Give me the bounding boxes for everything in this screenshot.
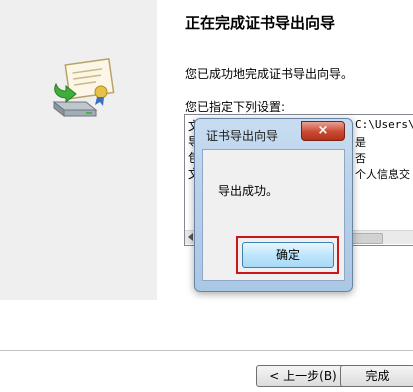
message-dialog: 证书导出向导 × 导出成功。 确定	[194, 118, 353, 292]
scroll-left-icon[interactable]	[188, 233, 193, 241]
certificate-export-icon	[52, 58, 115, 118]
ok-button[interactable]: 确定	[242, 242, 334, 268]
settings-row-value: 否	[355, 152, 366, 165]
dialog-body: 导出成功。 确定	[202, 149, 345, 281]
export-success-message: 导出成功。	[218, 184, 279, 198]
close-button[interactable]: ×	[301, 121, 345, 141]
page-title: 正在完成证书导出向导	[185, 14, 336, 32]
finish-button[interactable]: 完成	[340, 365, 413, 387]
settings-row-value: 个人信息交	[355, 168, 410, 181]
footer-divider	[0, 350, 413, 351]
back-button[interactable]: < 上一步(B)	[256, 365, 350, 387]
success-message: 您已成功地完成证书导出向导。	[185, 67, 354, 81]
dialog-title: 证书导出向导	[206, 129, 279, 143]
wizard-left-pane	[0, 0, 157, 300]
close-icon: ×	[317, 123, 329, 138]
settings-label: 您已指定下列设置:	[185, 100, 286, 114]
settings-row-value: 是	[355, 136, 366, 149]
settings-row-value: C:\Users\C	[355, 118, 413, 131]
